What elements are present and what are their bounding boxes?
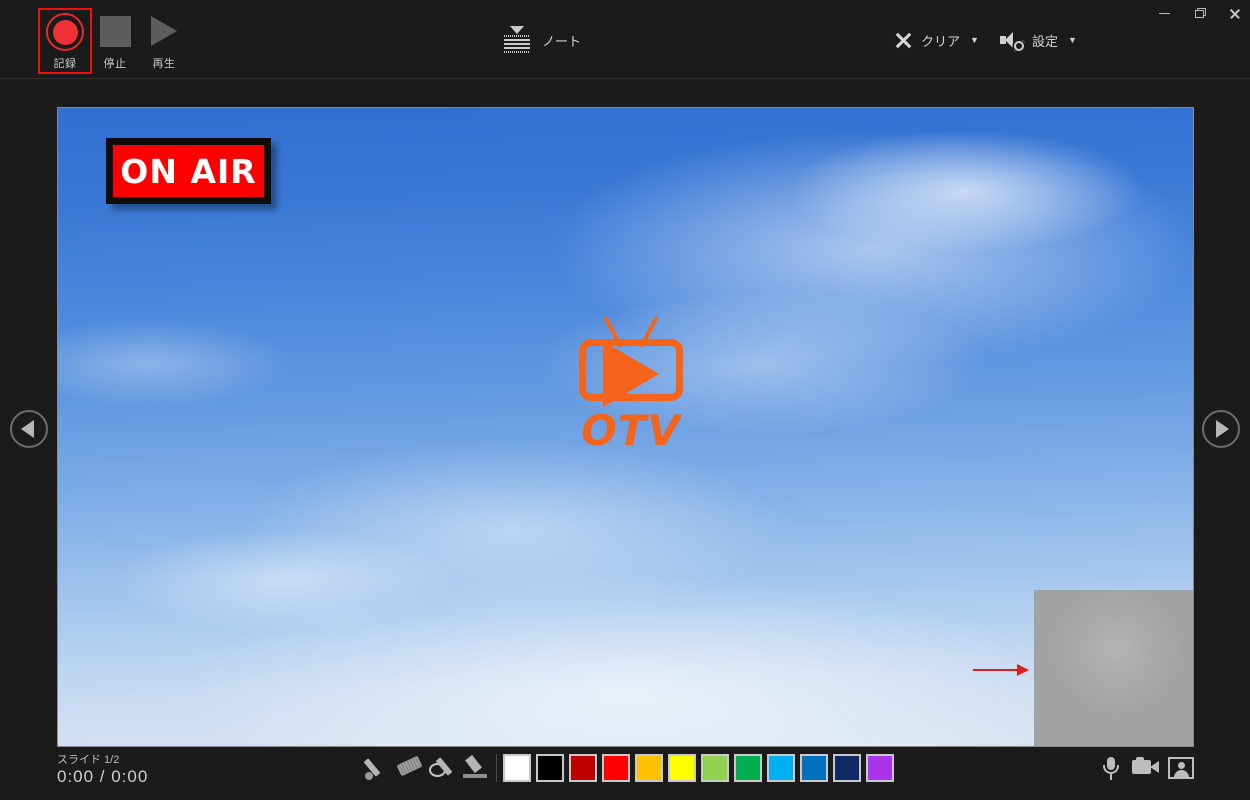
- stop-button[interactable]: 停止: [88, 8, 142, 74]
- top-toolbar: 記録 停止 再生 ノート クリア ▼ 設定 ▼: [0, 0, 1250, 79]
- record-icon: [46, 10, 84, 54]
- restore-button[interactable]: [1182, 0, 1218, 26]
- record-button-label: 記録: [53, 58, 77, 70]
- powerpoint-recording-window: 記録 停止 再生 ノート クリア ▼ 設定 ▼ ON AIR OTV スライド …: [0, 0, 1250, 800]
- ink-color-blue[interactable]: [800, 754, 828, 782]
- chevron-down-icon: ▼: [970, 35, 979, 45]
- otv-logo: OTV: [571, 313, 691, 452]
- minimize-button[interactable]: [1146, 0, 1182, 26]
- chevron-left-icon: [21, 420, 34, 438]
- ink-color-navy[interactable]: [833, 754, 861, 782]
- on-air-banner: ON AIR: [106, 138, 271, 204]
- eraser-icon: [396, 755, 423, 777]
- previous-slide-button[interactable]: [10, 410, 48, 448]
- ink-color-dark-red[interactable]: [569, 754, 597, 782]
- laser-pointer-tool[interactable]: [363, 755, 391, 781]
- time-display: 0:00 / 0:00: [57, 767, 149, 786]
- ink-color-black[interactable]: [536, 754, 564, 782]
- notes-button-label: ノート: [542, 33, 582, 49]
- play-button-label: 再生: [152, 58, 176, 70]
- play-icon: [151, 8, 177, 54]
- ink-color-yellow[interactable]: [668, 754, 696, 782]
- close-button[interactable]: [1216, 0, 1250, 26]
- speaker-gear-icon: [1000, 30, 1024, 51]
- camera-preview-placeholder: [1034, 590, 1193, 746]
- minimize-icon: [1158, 12, 1170, 14]
- ink-color-amber[interactable]: [635, 754, 663, 782]
- clear-button-label: クリア: [921, 33, 961, 49]
- slide-counter: スライド 1/2: [57, 754, 120, 766]
- tv-icon: [575, 313, 687, 407]
- next-slide-button[interactable]: [1202, 410, 1240, 448]
- ink-color-green[interactable]: [734, 754, 762, 782]
- chevron-right-icon: [1216, 420, 1229, 438]
- restore-icon: [1194, 7, 1206, 19]
- camera-toggle[interactable]: [1132, 757, 1160, 777]
- settings-button[interactable]: 設定 ▼: [1000, 24, 1077, 56]
- record-button[interactable]: 記録: [38, 8, 92, 74]
- highlighter-icon: [465, 754, 482, 774]
- toolbar-divider: [496, 754, 497, 782]
- stop-button-label: 停止: [103, 58, 127, 70]
- slide-canvas[interactable]: ON AIR OTV: [57, 107, 1194, 747]
- microphone-toggle[interactable]: [1103, 757, 1119, 781]
- ink-color-purple[interactable]: [866, 754, 894, 782]
- notes-button[interactable]: ノート: [500, 22, 585, 58]
- chevron-down-icon: ▼: [1068, 35, 1077, 45]
- close-icon: [1229, 8, 1240, 19]
- erase-all-ink-tool[interactable]: [429, 755, 457, 781]
- otv-logo-text: OTV: [581, 406, 681, 455]
- eraser-tool[interactable]: [396, 755, 424, 781]
- red-arrow-annotation: [973, 664, 1029, 676]
- ink-color-cyan[interactable]: [767, 754, 795, 782]
- clear-button[interactable]: クリア ▼: [893, 24, 979, 56]
- camera-preview-toggle[interactable]: [1168, 757, 1194, 779]
- ink-color-red[interactable]: [602, 754, 630, 782]
- on-air-banner-text: ON AIR: [120, 151, 257, 191]
- ink-color-white[interactable]: [503, 754, 531, 782]
- stop-icon: [99, 8, 131, 54]
- ink-color-light-green[interactable]: [701, 754, 729, 782]
- highlighter-tool[interactable]: [462, 754, 490, 781]
- play-button[interactable]: 再生: [137, 8, 191, 74]
- settings-button-label: 設定: [1032, 33, 1059, 49]
- close-x-icon: [893, 30, 913, 50]
- notes-icon: [504, 26, 530, 54]
